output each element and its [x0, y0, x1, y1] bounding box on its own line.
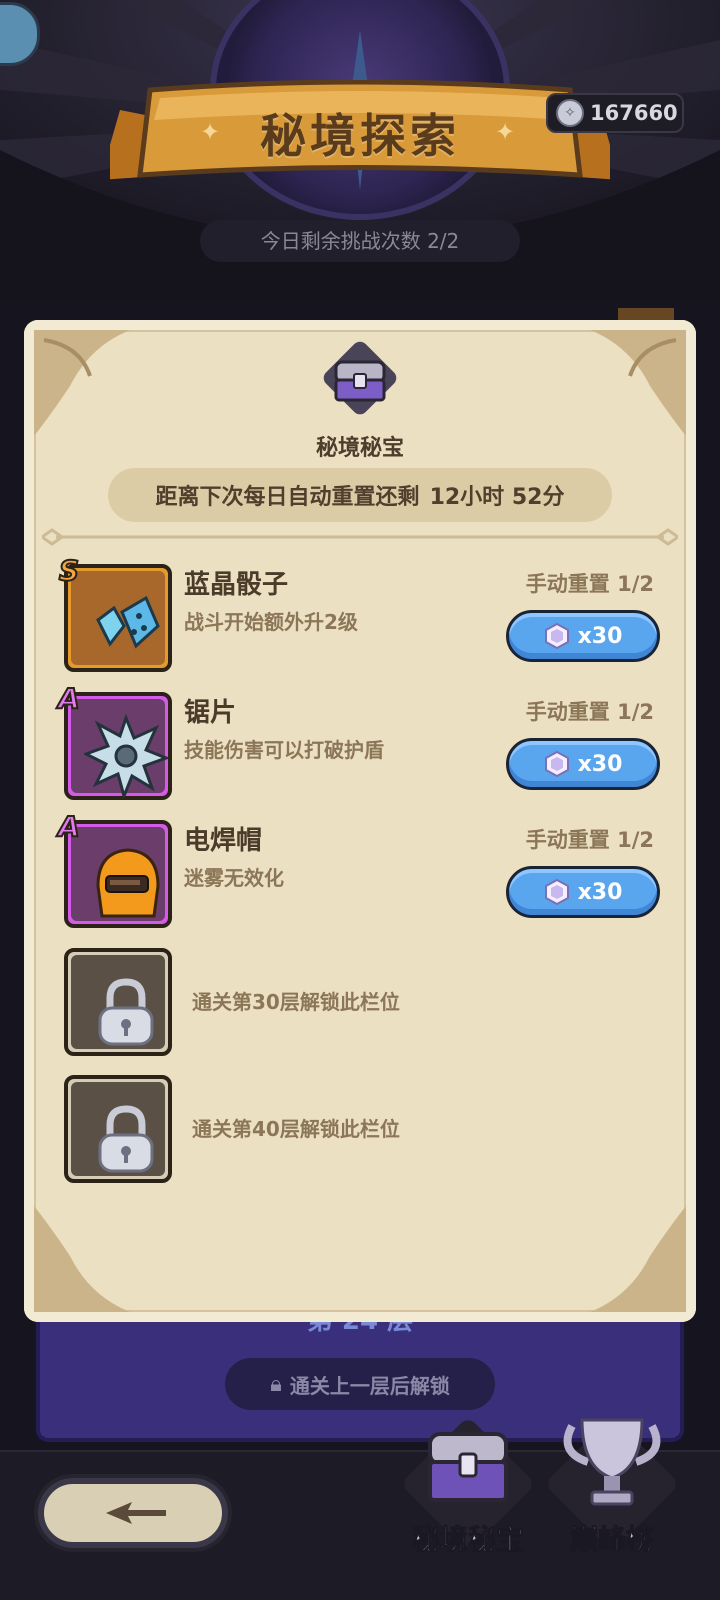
- treasure-item: S 蓝晶骰子 战斗开始额外升2级 手动重置 1/2 x30: [58, 553, 670, 672]
- item-frame[interactable]: [64, 1075, 172, 1183]
- title-banner: ✦ ✦ 秘境探索: [110, 80, 610, 190]
- locked-slot: 通关第30层解锁此栏位: [60, 942, 670, 1056]
- crystal-dice-icon: [96, 595, 160, 649]
- currency-amount: 167660: [590, 101, 678, 125]
- manual-reset-count: 手动重置 1/2: [525, 572, 654, 596]
- reset-item-button[interactable]: x30: [506, 866, 660, 918]
- saw-blade-icon: [84, 714, 168, 798]
- currency-display[interactable]: ✧ 167660: [546, 93, 684, 133]
- manual-reset-count: 手动重置 1/2: [525, 828, 654, 852]
- rank-badge: A: [57, 809, 81, 844]
- nav-label: 秘境秘宝: [411, 1523, 524, 1557]
- panel-title: 秘境秘宝: [315, 436, 404, 461]
- locked-slot: 通关第40层解锁此栏位: [60, 1069, 670, 1183]
- treasure-item: A 电焊帽 迷雾无效化 手动重置 1/2 x30: [57, 809, 670, 928]
- button-cost: x30: [577, 751, 623, 777]
- unlock-requirement-text: 通关第30层解锁此栏位: [192, 990, 400, 1014]
- section-divider: [42, 528, 678, 546]
- coin-icon: ✧: [556, 99, 584, 127]
- corner-ornament-decoration: [590, 330, 686, 436]
- nav-tab-leaderboard[interactable]: 巅峰榜: [542, 1416, 682, 1574]
- item-frame[interactable]: [64, 948, 172, 1056]
- reset-item-button[interactable]: x30: [506, 610, 660, 662]
- page-title: 秘境探索: [260, 109, 460, 163]
- corner-ornament-decoration: [34, 330, 130, 436]
- reset-item-button[interactable]: x30: [506, 738, 660, 790]
- item-description: 技能伤害可以打破护盾: [184, 738, 384, 762]
- daily-reset-timer: 距离下次每日自动重置还剩 12小时 52分: [108, 468, 612, 522]
- button-cost: x30: [577, 879, 623, 905]
- nav-label: 巅峰榜: [569, 1523, 654, 1557]
- reset-time: 12小时 52分: [429, 485, 565, 510]
- trophy-icon: [563, 1418, 661, 1506]
- corner-ornament-decoration: [34, 1206, 130, 1312]
- item-name: 锯片: [184, 698, 237, 728]
- back-button[interactable]: [38, 1478, 228, 1548]
- lock-icon: 🔒︎: [270, 1371, 282, 1397]
- manual-reset-count: 手动重置 1/2: [525, 700, 654, 724]
- floor-unlock-notice: 🔒︎ 通关上一层后解锁: [225, 1358, 495, 1410]
- item-description: 战斗开始额外升2级: [184, 610, 358, 634]
- item-name: 电焊帽: [184, 826, 263, 856]
- back-arrow-icon: [106, 1502, 166, 1524]
- treasure-chest-icon: [323, 341, 397, 415]
- remaining-attempts-text: 今日剩余挑战次数 2/2: [200, 220, 520, 262]
- padlock-icon: [98, 978, 154, 1046]
- padlock-icon: [98, 1105, 154, 1173]
- gem-icon: [544, 751, 569, 777]
- gem-icon: [544, 879, 569, 905]
- item-name: 蓝晶骰子: [184, 570, 289, 600]
- unlock-requirement-text: 通关第40层解锁此栏位: [192, 1117, 400, 1141]
- rank-badge: A: [57, 681, 81, 716]
- rank-badge: S: [58, 553, 80, 588]
- reset-label: 距离下次每日自动重置还剩: [155, 485, 420, 510]
- welding-helmet-icon: [96, 848, 160, 918]
- button-cost: x30: [577, 623, 623, 649]
- item-description: 迷雾无效化: [184, 866, 284, 890]
- floor-unlock-text: 通关上一层后解锁: [289, 1373, 450, 1398]
- nav-tab-treasure[interactable]: 秘境秘宝: [398, 1416, 538, 1574]
- chest-icon: [428, 1432, 508, 1502]
- corner-ornament-decoration: [590, 1206, 686, 1312]
- gem-icon: [544, 623, 569, 649]
- treasure-item: A 锯片 技能伤害可以打破护盾 手动重置 1/2 x30: [57, 681, 670, 800]
